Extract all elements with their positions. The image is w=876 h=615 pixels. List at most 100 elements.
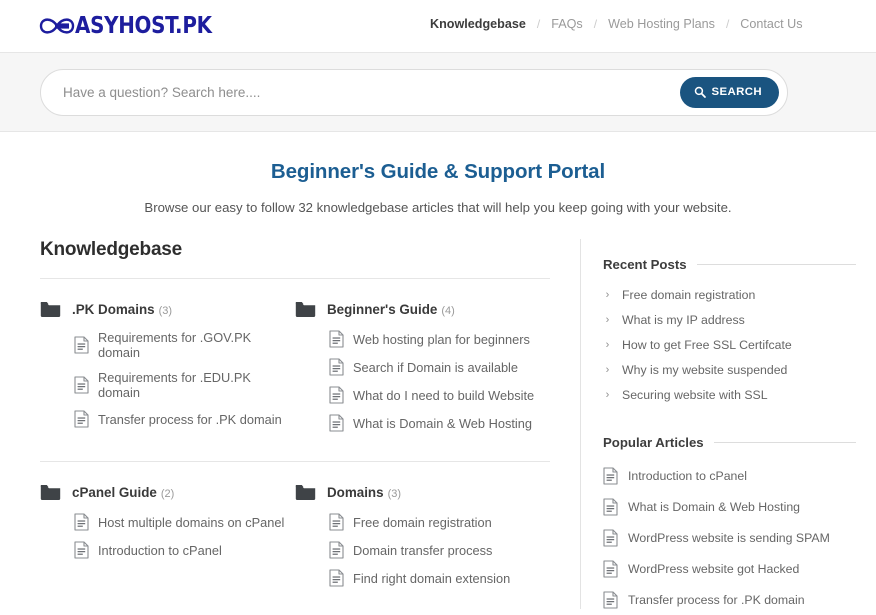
article-title: What do I need to build Website [353,387,535,403]
popular-article-link[interactable]: What is Domain & Web Hosting [603,491,856,522]
article-link[interactable]: Find right domain extension [329,566,550,590]
article-link[interactable]: What is Domain & Web Hosting [329,411,550,435]
recent-post-link[interactable]: › What is my IP address [603,307,856,332]
article-link[interactable]: Introduction to cPanel [74,538,295,562]
article-title: Domain transfer process [353,542,493,558]
chevron-right-icon: › [605,388,610,401]
category-count: (3) [158,305,173,317]
category-count: (2) [160,488,175,500]
list-item: › Securing website with SSL [603,382,856,407]
search-box[interactable]: SEARCH [40,68,788,116]
recent-posts-heading: Recent Posts [603,257,687,272]
list-item: › What is my IP address [603,307,856,332]
list-item: Requirements for .EDU.PK domain [74,367,295,403]
article-link[interactable]: Search if Domain is available [329,355,550,379]
category-link[interactable]: Domains (3) [295,484,550,501]
page-title: Beginner's Guide & Support Portal [270,160,606,183]
list-item: Transfer process for .PK domain [603,584,856,615]
document-icon [603,497,618,516]
recent-post-title: Free domain registration [622,287,756,302]
list-item: Search if Domain is available [329,355,550,379]
hero-section: Beginner's Guide & Support Portal Browse… [0,132,876,215]
document-icon [603,559,618,578]
search-button[interactable]: SEARCH [679,76,779,108]
recent-posts-list: › Free domain registration › What is my IP … [603,282,856,407]
popular-article-link[interactable]: WordPress website got Hacked [603,553,856,584]
content-area: Knowledgebase .PK Domains (3) Requirements… [0,239,876,609]
document-icon [74,410,89,428]
article-title: Requirements for .GOV.PK domain [98,330,252,360]
category-link[interactable]: .PK Domains (3) [40,301,295,318]
document-icon [329,513,344,531]
recent-post-link[interactable]: › Free domain registration [603,282,856,307]
article-link[interactable]: Requirements for .EDU.PK domain [74,367,295,403]
nav-item-contact-us[interactable]: Contact Us [740,17,802,31]
list-item: Domain transfer process [329,538,550,562]
document-icon [74,541,89,559]
recent-posts-block: Recent Posts › Free domain registration › W… [603,257,856,407]
list-item: Introduction to cPanel [74,538,295,562]
article-title: Introduction to cPanel [98,542,222,558]
popular-article-link[interactable]: Introduction to cPanel [603,460,856,491]
category-link[interactable]: cPanel Guide (2) [40,484,295,501]
document-icon [603,466,618,485]
recent-post-link[interactable]: › Securing website with SSL [603,382,856,407]
article-link[interactable]: Transfer process for .PK domain [74,407,295,431]
article-list: Host multiple domains on cPanel Introduct… [40,510,295,562]
article-link[interactable]: Free domain registration [329,510,550,534]
popular-article-link[interactable]: WordPress website is sending SPAM [603,522,856,553]
knowledgebase-category: cPanel Guide (2) Host multiple domains on … [40,462,295,598]
list-item: What do I need to build Website [329,383,550,407]
search-input[interactable] [61,69,680,115]
article-link[interactable]: Domain transfer process [329,538,550,562]
knowledgebase-category: Domains (3) Free domain registration Domain… [295,462,550,598]
easyhost-infinity-icon [39,18,75,34]
list-item: Requirements for .GOV.PK domain [74,327,295,363]
recent-post-link[interactable]: › How to get Free SSL Certifcate [603,332,856,357]
document-icon [329,414,344,432]
popular-article-link[interactable]: Transfer process for .PK domain [603,584,856,615]
list-item: Web hosting plan for beginners [329,327,550,351]
article-link[interactable]: Requirements for .GOV.PK domain [74,327,295,363]
article-link[interactable]: Host multiple domains on cPanel [74,510,295,534]
popular-article-title: Introduction to cPanel [628,468,747,483]
document-icon [329,330,344,348]
category-name: cPanel Guide (2) [72,485,175,500]
sidebar: Recent Posts › Free domain registration › W… [580,239,876,609]
recent-posts-header: Recent Posts [603,257,856,272]
article-title: Search if Domain is available [353,359,519,375]
page-subtitle: Browse our easy to follow 32 knowledgeba… [144,200,732,215]
popular-article-title: Transfer process for .PK domain [628,592,805,607]
list-item: WordPress website is sending SPAM [603,522,856,553]
article-title: What is Domain & Web Hosting [353,415,532,431]
popular-articles-heading: Popular Articles [603,435,704,450]
article-link[interactable]: Web hosting plan for beginners [329,327,550,351]
site-logo[interactable]: ASYHOST.PK [38,9,217,43]
search-band: SEARCH [0,52,876,132]
search-icon [694,86,706,98]
category-link[interactable]: Beginner's Guide (4) [295,301,550,318]
recent-post-title: Securing website with SSL [622,387,768,402]
nav-separator: / [593,17,598,31]
list-item: Transfer process for .PK domain [74,407,295,431]
article-title: Requirements for .EDU.PK domain [98,370,251,400]
document-icon [603,590,618,609]
nav-item-faqs[interactable]: FAQs [551,17,583,31]
document-icon [74,513,89,531]
popular-articles-list: Introduction to cPanel What is Domain & W… [603,460,856,615]
list-item: WordPress website got Hacked [603,553,856,584]
recent-post-link[interactable]: › Why is my website suspended [603,357,856,382]
list-item: Find right domain extension [329,566,550,590]
nav-item-web-hosting-plans[interactable]: Web Hosting Plans [608,17,715,31]
category-count: (4) [441,305,455,317]
nav-separator: / [536,17,541,31]
chevron-right-icon: › [605,288,610,301]
list-item: What is Domain & Web Hosting [603,491,856,522]
nav-item-knowledgebase[interactable]: Knowledgebase [430,17,526,31]
recent-post-title: Why is my website suspended [622,362,788,377]
category-name: .PK Domains (3) [72,302,173,317]
document-icon [329,358,344,376]
article-link[interactable]: What do I need to build Website [329,383,550,407]
popular-articles-header: Popular Articles [603,435,856,450]
category-grid: .PK Domains (3) Requirements for .GOV.PK d… [40,279,550,598]
